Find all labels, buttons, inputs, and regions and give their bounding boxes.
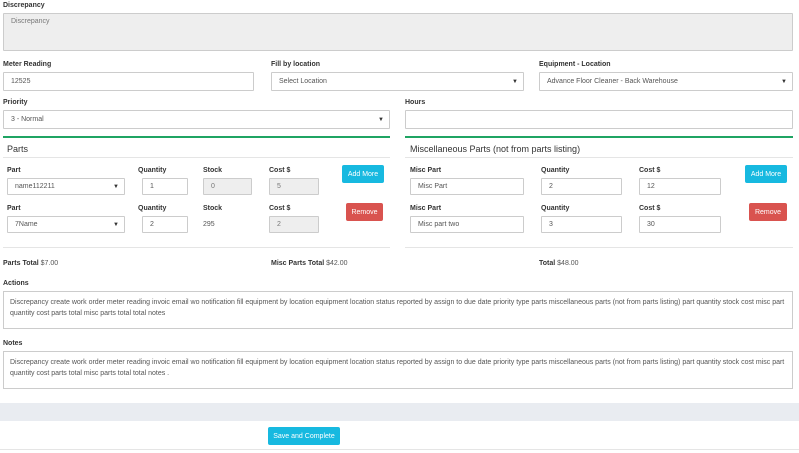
hours-label: Hours: [405, 99, 426, 106]
misc-cost-input[interactable]: 30: [639, 216, 721, 233]
parts-total-label: Parts Total: [3, 260, 39, 267]
misc-parts-title-rule: [405, 157, 793, 158]
part-select[interactable]: name112211 ▼: [7, 178, 125, 195]
remove-button[interactable]: Remove: [749, 203, 787, 221]
cost-header: Cost $: [269, 205, 291, 212]
chevron-down-icon: ▼: [113, 183, 119, 190]
part-header: Part: [7, 167, 21, 174]
cost-field: 5: [269, 178, 319, 195]
cost-value: 2: [277, 221, 281, 228]
grand-total-value: $48.00: [557, 260, 579, 267]
equipment-location-select[interactable]: Advance Floor Cleaner - Back Warehouse ▼: [539, 72, 793, 91]
discrepancy-label: Discrepancy: [3, 2, 45, 9]
chevron-down-icon: ▼: [512, 78, 518, 85]
misc-part-value: Misc Part: [418, 183, 448, 190]
meter-reading-label: Meter Reading: [3, 61, 52, 68]
misc-parts-divider: [405, 136, 793, 138]
misc-quantity-value: 2: [549, 183, 553, 190]
add-more-button[interactable]: Add More: [342, 165, 384, 183]
misc-cost-value: 12: [647, 183, 655, 190]
stock-value: 295: [203, 221, 215, 228]
misc-quantity-input[interactable]: 3: [541, 216, 622, 233]
equipment-location-value: Advance Floor Cleaner - Back Warehouse: [547, 78, 678, 85]
misc-part-header: Misc Part: [410, 205, 442, 212]
parts-total: Parts Total $7.00: [3, 260, 58, 267]
misc-parts-title: Miscellaneous Parts (not from parts list…: [410, 144, 581, 154]
chevron-down-icon: ▼: [781, 78, 787, 85]
notes-label: Notes: [3, 340, 23, 347]
meter-reading-input[interactable]: 12525: [3, 72, 254, 91]
chevron-down-icon: ▼: [378, 116, 384, 123]
priority-select[interactable]: 3 - Normal ▼: [3, 110, 390, 129]
discrepancy-field[interactable]: Discrepancy: [3, 13, 793, 51]
misc-parts-bottom-rule: [405, 247, 793, 248]
parts-total-value: $7.00: [40, 260, 59, 267]
misc-cost-header: Cost $: [639, 205, 661, 212]
misc-part-header: Misc Part: [410, 167, 442, 174]
parts-bottom-rule: [3, 247, 390, 248]
priority-value: 3 - Normal: [11, 116, 44, 123]
misc-parts-total-label: Misc Parts Total: [271, 260, 325, 267]
hours-input[interactable]: [405, 110, 793, 129]
stock-value: 0: [211, 183, 215, 190]
quantity-header: Quantity: [138, 205, 167, 212]
misc-part-value: Misc part two: [418, 221, 460, 228]
footer-band: [0, 403, 799, 421]
misc-parts-total: Misc Parts Total $42.00: [271, 260, 348, 267]
cost-field: 2: [269, 216, 319, 233]
cost-header: Cost $: [269, 167, 291, 174]
quantity-header: Quantity: [138, 167, 167, 174]
stock-header: Stock: [203, 167, 223, 174]
parts-divider: [3, 136, 390, 138]
save-and-complete-button[interactable]: Save and Complete: [268, 427, 340, 445]
priority-label: Priority: [3, 99, 28, 106]
part-value: 7Name: [15, 221, 38, 228]
equipment-location-label: Equipment - Location: [539, 61, 611, 68]
parts-title: Parts: [7, 144, 29, 154]
notes-textarea[interactable]: Discrepancy create work order meter read…: [3, 351, 793, 389]
remove-button[interactable]: Remove: [346, 203, 383, 221]
quantity-input[interactable]: 1: [142, 178, 188, 195]
misc-cost-value: 30: [647, 221, 655, 228]
fill-by-location-label: Fill by location: [271, 61, 321, 68]
stock-field: 0: [203, 178, 252, 195]
quantity-value: 2: [150, 221, 154, 228]
meter-reading-value: 12525: [11, 78, 31, 85]
misc-quantity-input[interactable]: 2: [541, 178, 622, 195]
fill-by-location-select[interactable]: Select Location ▼: [271, 72, 524, 91]
misc-parts-total-value: $42.00: [326, 260, 348, 267]
grand-total-label: Total: [539, 260, 556, 267]
add-more-button[interactable]: Add More: [745, 165, 787, 183]
stock-header: Stock: [203, 205, 223, 212]
misc-cost-input[interactable]: 12: [639, 178, 721, 195]
misc-part-input[interactable]: Misc part two: [410, 216, 524, 233]
misc-quantity-value: 3: [549, 221, 553, 228]
actions-textarea[interactable]: Discrepancy create work order meter read…: [3, 291, 793, 329]
parts-title-rule: [3, 157, 390, 158]
discrepancy-value: Discrepancy: [11, 18, 50, 25]
part-header: Part: [7, 205, 21, 212]
misc-quantity-header: Quantity: [541, 167, 570, 174]
quantity-value: 1: [150, 183, 154, 190]
chevron-down-icon: ▼: [113, 221, 119, 228]
fill-by-location-value: Select Location: [279, 78, 327, 85]
part-value: name112211: [15, 183, 55, 190]
footer-rule: [0, 449, 799, 450]
cost-value: 5: [277, 183, 281, 190]
part-select[interactable]: 7Name ▼: [7, 216, 125, 233]
misc-quantity-header: Quantity: [541, 205, 570, 212]
misc-part-input[interactable]: Misc Part: [410, 178, 524, 195]
misc-cost-header: Cost $: [639, 167, 661, 174]
quantity-input[interactable]: 2: [142, 216, 188, 233]
grand-total: Total $48.00: [539, 260, 579, 267]
actions-label: Actions: [3, 280, 29, 287]
